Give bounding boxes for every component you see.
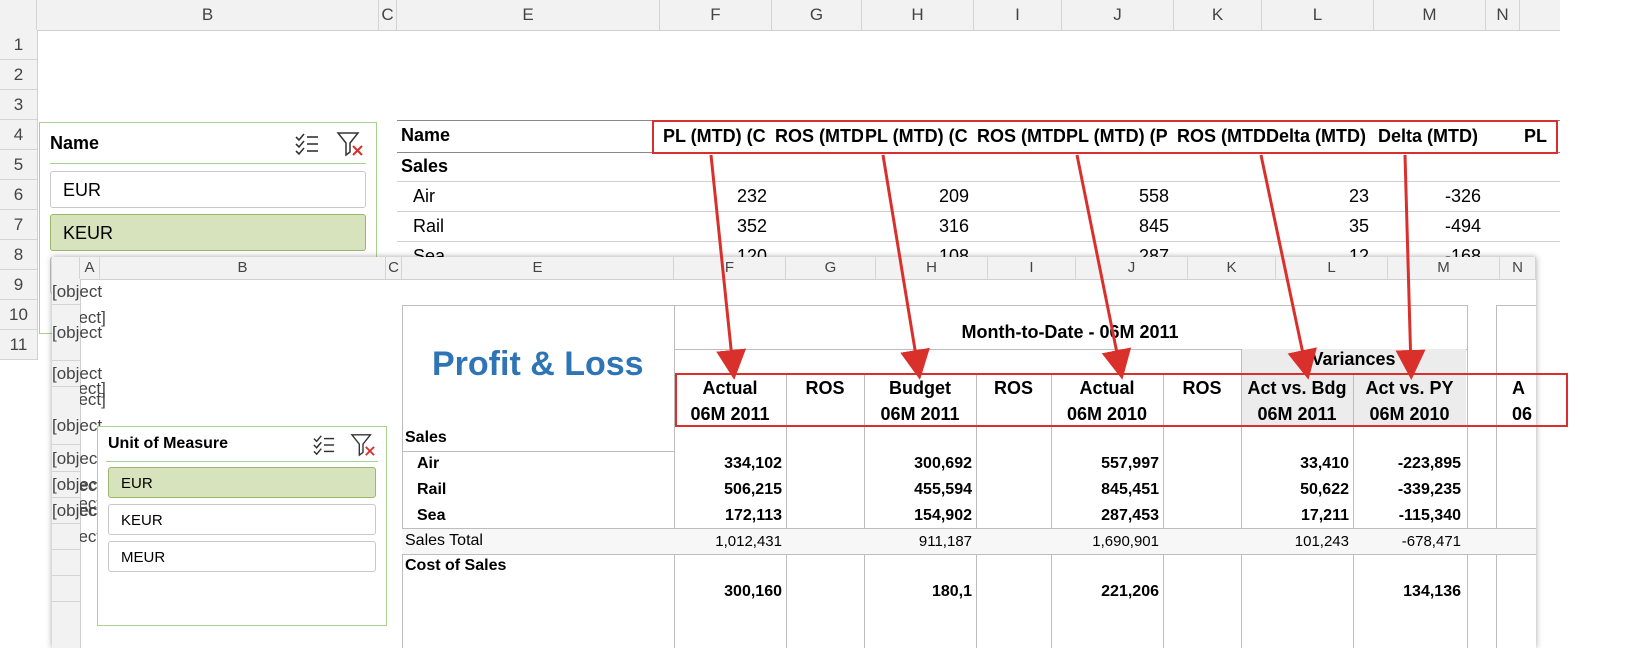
arrow-5 <box>1395 154 1426 380</box>
arrow-3 <box>1075 154 1132 380</box>
arrow-4 <box>1259 154 1317 380</box>
arrow-2 <box>881 154 930 380</box>
arrow-1 <box>709 154 747 380</box>
connector-arrows <box>709 154 1426 380</box>
